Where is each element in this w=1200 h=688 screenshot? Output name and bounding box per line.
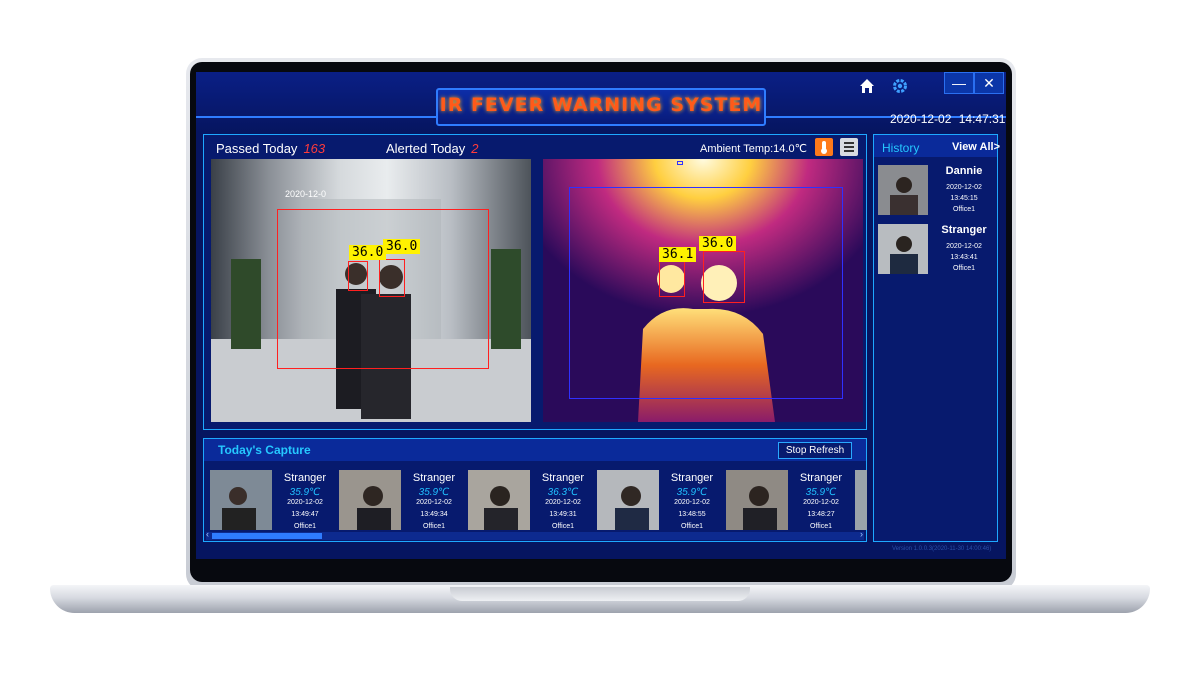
history-location: Office1 [952,206,976,213]
current-time: 14:47:31 [958,112,1006,126]
capture-photo [855,470,867,530]
thermal-camera-view: 36.1 36.0 [543,159,863,422]
temp-tag: 36.0 [349,245,387,260]
capture-card[interactable]: Stranger 35.9℃ 2020-12-02 13:49:47 Offic… [210,470,336,532]
temp-tag: 36.1 [659,247,697,262]
list-icon[interactable] [840,138,858,156]
alerted-count: 2 [471,141,479,156]
capture-temp: 35.9℃ [289,487,321,498]
face-box [379,259,405,297]
scroll-right-arrow[interactable]: › [860,529,863,539]
capture-card[interactable]: Stranger 35.9℃ 2020-12-02 13:48:55 Offic… [597,470,723,532]
minimize-button[interactable]: — [944,72,974,94]
capture-date: 2020-12-02 [545,499,581,506]
datetime: 2020-12-02 14:47:31 [890,112,1005,126]
history-date: 2020-12-02 [946,243,982,250]
passed-today: Passed Today 163 [216,141,325,156]
capture-name: Stranger [283,472,327,484]
face-box [703,251,745,303]
history-item[interactable]: Stranger 2020-12-02 13:43:41 Office1 [878,224,996,276]
history-panel: History View All> Dannie 2020-12-02 13:4… [873,134,1000,542]
scroll-left-arrow[interactable]: ‹ [206,529,209,539]
laptop-notch [450,587,750,601]
history-time: 13:45:15 [950,195,978,202]
capture-card[interactable]: Stranger 36.3℃ 2020-12-02 13:49:31 Offic… [468,470,594,532]
history-name: Dannie [945,165,983,177]
history-location: Office1 [952,265,976,272]
history-time: 13:43:41 [950,254,978,261]
camera-timestamp: 2020-12-0 [285,189,327,199]
version-label: Version 1.0.0.3(2020-11-30 14:00:46) [892,546,992,552]
capture-date: 2020-12-02 [416,499,452,506]
capture-location: Office1 [809,523,833,530]
capture-location: Office1 [293,523,317,530]
capture-title: Today's Capture [218,443,311,457]
gear-icon[interactable] [892,78,908,94]
face-box [659,261,685,297]
visible-camera-view: 2020-12-0 36.0 36.0 [211,159,531,422]
capture-card[interactable]: Stranger 35.9℃ 2020-12-02 13:49:34 Offic… [339,470,465,532]
stop-refresh-button[interactable]: Stop Refresh [778,442,852,459]
capture-photo [210,470,272,530]
passed-label: Passed Today [216,141,298,156]
capture-photo [726,470,788,530]
capture-time: 13:49:34 [420,511,448,518]
capture-photo [597,470,659,530]
history-photo [878,165,928,215]
history-title: History [882,141,920,155]
capture-time: 13:49:47 [291,511,319,518]
app-screen: IR FEVER WARNING SYSTEM — ✕ 2020-12-02 1… [196,72,1006,559]
alerted-label: Alerted Today [386,141,466,156]
todays-capture-panel: Today's Capture Stop Refresh Stranger 35… [203,438,867,542]
capture-photo [339,470,401,530]
home-icon[interactable] [859,78,875,94]
current-date: 2020-12-02 [890,112,952,126]
capture-time: 13:48:27 [807,511,835,518]
history-date: 2020-12-02 [946,184,982,191]
capture-photo [468,470,530,530]
thermal-marker [677,161,683,165]
history-item[interactable]: Dannie 2020-12-02 13:45:15 Office1 [878,165,996,217]
live-view-panel: Passed Today 163 Alerted Today 2 Ambient T… [203,134,867,430]
capture-temp: 36.3℃ [547,487,579,498]
capture-card-partial [855,470,867,532]
capture-date: 2020-12-02 [803,499,839,506]
capture-name: Stranger [412,472,456,484]
capture-time: 13:48:55 [678,511,706,518]
capture-header: Today's Capture Stop Refresh [204,439,866,461]
capture-time: 13:49:31 [549,511,577,518]
close-button[interactable]: ✕ [974,72,1004,94]
app-title: IR FEVER WARNING SYSTEM [439,94,763,116]
ambient-temp: Ambient Temp:14.0℃ [700,143,807,155]
capture-temp: 35.9℃ [676,487,708,498]
capture-temp: 35.9℃ [418,487,450,498]
capture-location: Office1 [422,523,446,530]
capture-date: 2020-12-02 [287,499,323,506]
title-deco-left [196,116,436,118]
scroll-thumb[interactable] [212,533,322,539]
temp-tag: 36.0 [383,239,421,254]
capture-location: Office1 [680,523,704,530]
capture-name: Stranger [670,472,714,484]
capture-location: Office1 [551,523,575,530]
capture-date: 2020-12-02 [674,499,710,506]
capture-name: Stranger [541,472,585,484]
history-photo [878,224,928,274]
view-all-link[interactable]: View All> [952,141,1000,153]
capture-card[interactable]: Stranger 35.9℃ 2020-12-02 13:48:27 Offic… [726,470,852,532]
history-name: Stranger [941,224,987,236]
passed-count: 163 [303,141,326,156]
capture-scrollbar[interactable]: ‹ › [206,529,864,540]
capture-name: Stranger [799,472,843,484]
face-box [348,261,368,291]
temp-tag: 36.0 [699,236,737,251]
alerted-today: Alerted Today 2 [386,141,479,156]
thermometer-icon[interactable] [815,138,833,156]
capture-temp: 35.9℃ [805,487,837,498]
